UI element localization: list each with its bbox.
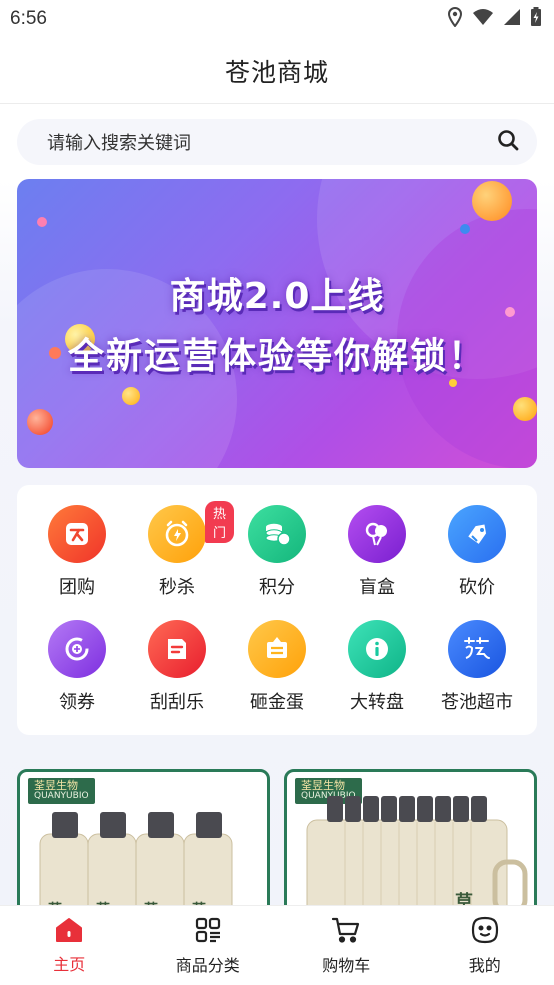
search-placeholder: 请输入搜索关键词	[47, 133, 191, 154]
alarm-clock-icon	[148, 505, 206, 563]
tab-label: 商品分类	[175, 955, 240, 975]
home-icon	[55, 917, 83, 947]
category-icon	[194, 916, 222, 948]
coins-icon	[248, 505, 306, 563]
promo-banner[interactable]: 商城2.0上线 全新运营体验等你解锁！	[17, 179, 537, 468]
grid-label: 砍价	[459, 577, 495, 598]
banner-ball	[122, 387, 140, 405]
golden-egg-icon	[248, 620, 306, 678]
search-input[interactable]: 请输入搜索关键词	[17, 119, 537, 165]
tab-label: 我的	[468, 955, 501, 975]
group-buy-icon	[48, 505, 106, 563]
tab-profile[interactable]: 我的	[416, 906, 554, 985]
grid-item-flash-sale[interactable]: 秒杀 热门	[127, 501, 235, 615]
store-logo-icon	[448, 620, 506, 678]
banner-ball	[513, 397, 537, 421]
grid-item-supermarket[interactable]: 苍池超市	[427, 620, 527, 730]
grid-label: 刮刮乐	[150, 692, 204, 713]
banner-headline: 商城2.0上线	[169, 276, 385, 317]
product-image: 草草草草	[39, 812, 233, 916]
location-icon	[447, 6, 463, 31]
tag-icon	[448, 505, 506, 563]
tab-label: 购物车	[322, 955, 371, 975]
signal-icon	[503, 8, 521, 30]
tab-home[interactable]: 主页	[0, 906, 139, 985]
tab-label: 主页	[53, 954, 86, 974]
search-area: 请输入搜索关键词	[0, 104, 554, 180]
battery-icon	[530, 7, 542, 31]
grid-item-blind-box[interactable]: 盲盒	[327, 505, 427, 615]
balloon-icon	[348, 505, 406, 563]
grid-item-golden-egg[interactable]: 砸金蛋	[227, 620, 327, 730]
banner-ball	[449, 379, 457, 387]
banner-ball	[27, 409, 53, 435]
banner-ball	[472, 181, 512, 221]
grid-label: 苍池超市	[441, 692, 513, 713]
status-bar: 6:56	[0, 0, 554, 38]
page-title: 苍池商城	[224, 57, 329, 87]
info-wheel-icon	[348, 620, 406, 678]
grid-label: 秒杀	[159, 577, 195, 598]
status-time: 6:56	[10, 8, 47, 29]
coupon-icon	[48, 620, 106, 678]
feature-grid: 团购 秒杀 热门 积分 盲盒 砍价 领券 刮刮乐 砸金蛋 大转盘 苍池超市	[17, 485, 537, 735]
status-icons	[447, 6, 542, 31]
product-card[interactable]: 荃昱生物 QUANYUBIO 草	[284, 769, 537, 919]
search-icon[interactable]	[497, 129, 519, 155]
product-image: 草	[306, 796, 528, 916]
scratch-card-icon	[148, 620, 206, 678]
grid-item-coupon[interactable]: 领券	[27, 620, 127, 730]
grid-item-group-buy[interactable]: 团购	[27, 505, 127, 615]
banner-ball	[460, 224, 470, 234]
tab-cart[interactable]: 购物车	[277, 906, 416, 985]
grid-item-scratch-card[interactable]: 刮刮乐	[127, 620, 227, 730]
title-bar: 苍池商城	[0, 38, 554, 104]
cart-icon	[331, 916, 361, 948]
tab-categories[interactable]: 商品分类	[139, 906, 278, 985]
product-card[interactable]: 荃昱生物 QUANYUBIO 草草草草	[17, 769, 270, 919]
banner-subheadline: 全新运营体验等你解锁！	[67, 336, 486, 377]
profile-icon	[471, 916, 499, 948]
banner-ball	[37, 217, 47, 227]
grid-label: 积分	[259, 577, 295, 598]
wifi-icon	[472, 8, 494, 30]
grid-item-bargain[interactable]: 砍价	[427, 505, 527, 615]
grid-label: 领券	[59, 692, 95, 713]
bottom-tab-bar: 主页 商品分类 购物车 我的	[0, 905, 554, 985]
grid-label: 砸金蛋	[250, 692, 304, 713]
grid-item-points[interactable]: 积分	[227, 505, 327, 615]
grid-label: 盲盒	[359, 577, 395, 598]
grid-label: 大转盘	[350, 692, 404, 713]
grid-item-wheel[interactable]: 大转盘	[327, 620, 427, 730]
grid-label: 团购	[59, 577, 95, 598]
